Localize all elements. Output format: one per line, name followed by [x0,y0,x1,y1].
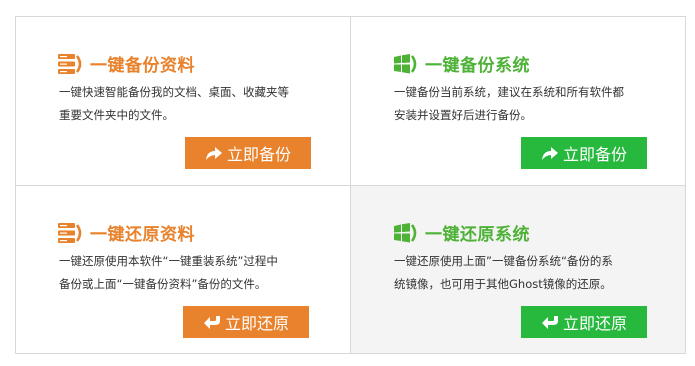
return-arrow-icon [203,316,220,329]
backup-system-button[interactable]: 立即备份 [521,137,647,169]
card-title-text: 一键还原系统 [425,225,530,245]
forward-arrow-icon [205,147,222,160]
return-arrow-icon [541,316,558,329]
restore-data-button[interactable]: 立即还原 [183,306,309,338]
card-backup-system: 一键备份系统 一键备份当前系统，建议在系统和所有软件都 安装并设置好后进行备份。… [351,17,685,186]
card-description: 一键备份当前系统，建议在系统和所有软件都 安装并设置好后进行备份。 [394,81,652,127]
server-icon [58,53,82,74]
card-restore-data: 一键还原资料 一键还原使用本软件“一键重装系统”过程中 备份或上面“一键备份资料… [16,186,351,353]
card-title-backup-system: 一键备份系统 [393,51,530,76]
description-line: 重要文件夹中的文件。 [59,108,174,122]
windows-icon [394,53,417,73]
backup-data-button[interactable]: 立即备份 [185,137,311,169]
button-label: 立即还原 [224,314,289,333]
card-title-text: 一键备份资料 [90,56,195,76]
card-title-restore-system: 一键还原系统 [393,220,530,245]
card-description: 一键快速智能备份我的文档、桌面、收藏夹等 重要文件夹中的文件。 [59,81,317,127]
card-title-backup-data: 一键备份资料 [58,51,195,76]
button-label: 立即备份 [562,145,627,164]
backup-restore-panel: 一键备份资料 一键快速智能备份我的文档、桌面、收藏夹等 重要文件夹中的文件。 立… [15,16,686,354]
description-line: 一键快速智能备份我的文档、桌面、收藏夹等 [59,85,289,99]
description-line: 一键还原使用本软件“一键重装系统”过程中 [59,254,278,268]
windows-icon [394,222,417,242]
description-line: 一键备份当前系统，建议在系统和所有软件都 [394,85,624,99]
card-title-restore-data: 一键还原资料 [58,220,195,245]
card-title-text: 一键还原资料 [90,225,195,245]
description-line: 统镜像，也可用于其他Ghost镜像的还原。 [394,277,612,291]
description-line: 安装并设置好后进行备份。 [394,108,532,122]
card-backup-data: 一键备份资料 一键快速智能备份我的文档、桌面、收藏夹等 重要文件夹中的文件。 立… [16,17,351,186]
card-description: 一键还原使用上面”一键备份系统“备份的系 统镜像，也可用于其他Ghost镜像的还… [394,250,652,296]
button-label: 立即还原 [562,314,627,333]
description-line: 备份或上面“一键备份资料”备份的文件。 [59,277,267,291]
restore-system-button[interactable]: 立即还原 [521,306,647,338]
forward-arrow-icon [541,147,558,160]
card-restore-system: 一键还原系统 一键还原使用上面”一键备份系统“备份的系 统镜像，也可用于其他Gh… [351,186,685,353]
button-label: 立即备份 [226,145,291,164]
card-title-text: 一键备份系统 [425,56,530,76]
card-description: 一键还原使用本软件“一键重装系统”过程中 备份或上面“一键备份资料”备份的文件。 [59,250,317,296]
description-line: 一键还原使用上面”一键备份系统“备份的系 [394,254,613,268]
server-icon [58,222,82,243]
